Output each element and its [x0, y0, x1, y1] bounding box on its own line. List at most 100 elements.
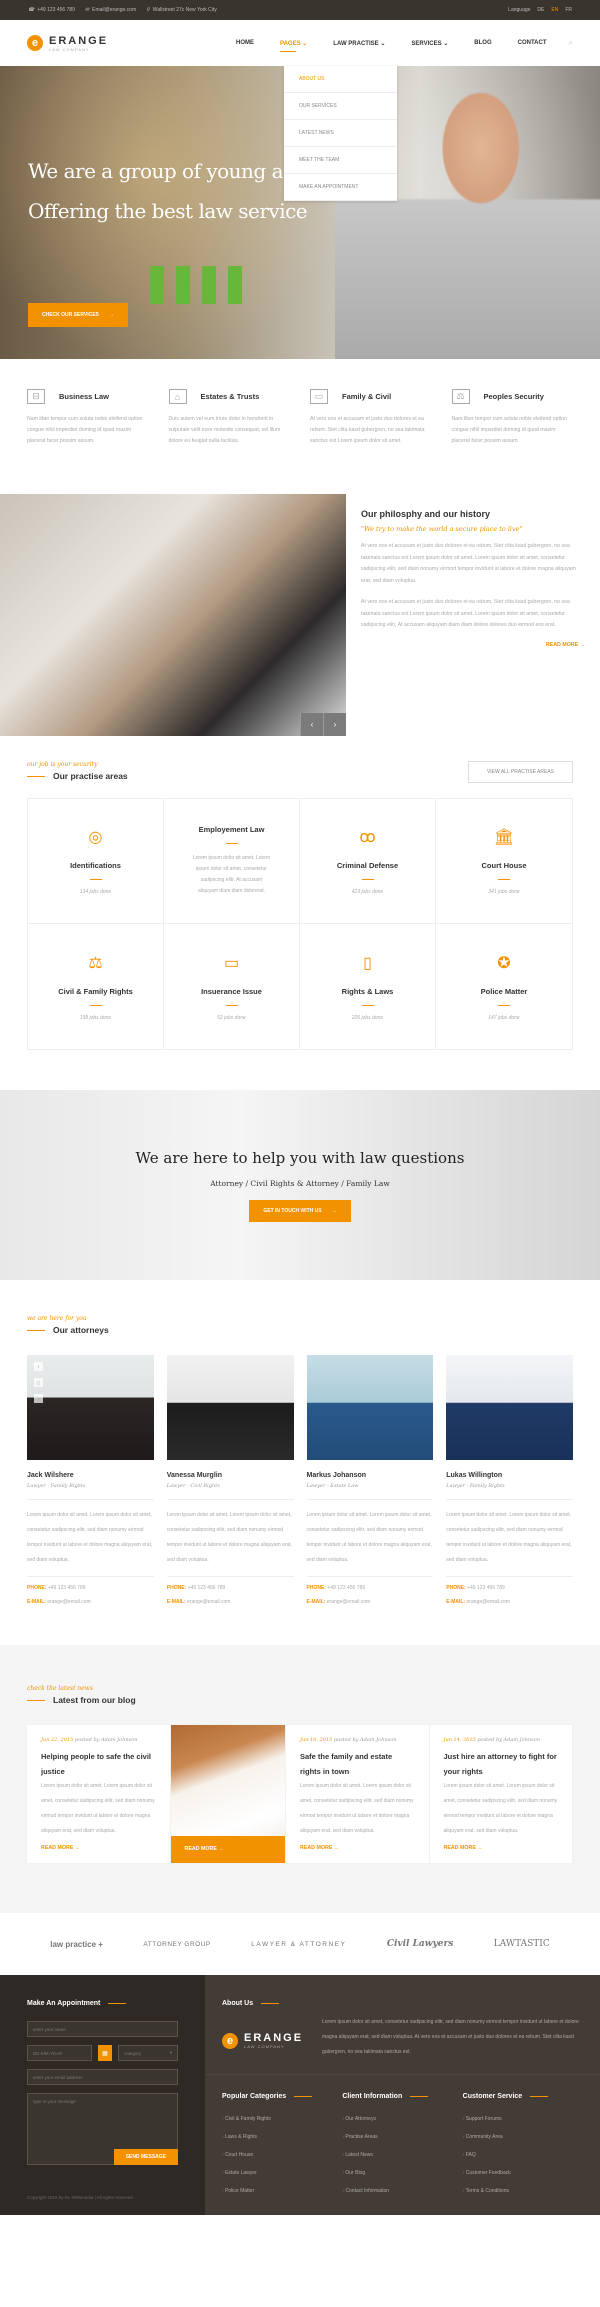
blog-post-image-card[interactable]: READ MORE → — [170, 1725, 286, 1863]
logo-icon: e — [222, 2032, 238, 2049]
footer-link[interactable]: Our Blog — [342, 2164, 462, 2182]
attorney-email-link[interactable]: erange@email.com — [187, 1599, 230, 1605]
section-kicker: check the latest news — [27, 1685, 93, 1692]
footer-link[interactable]: Contact Information — [342, 2182, 462, 2200]
courthouse-icon: 🏛 — [493, 829, 515, 846]
email-input[interactable]: enter your email address — [27, 2069, 178, 2085]
nav-home[interactable]: HOME — [236, 40, 254, 46]
get-in-touch-button[interactable]: GET IN TOUCH WITH US → — [249, 1199, 351, 1222]
feature-estates-trusts: ⌂ Estates & Trusts Duis autem vel eum iri… — [168, 389, 291, 494]
footer-link[interactable]: Laws & Rights — [222, 2128, 342, 2146]
top-bar: ☎ +49 123 456 789 ✉ Email@erange.com ⚲ Wall… — [0, 0, 600, 20]
footer-link[interactable]: Civil & Family Rights — [222, 2110, 342, 2128]
footer-link[interactable]: Estate Lawyer — [222, 2164, 342, 2182]
read-more-button[interactable]: READ MORE → — [170, 1836, 285, 1863]
blog-post-title[interactable]: Helping people to safe the civil justice — [41, 1749, 156, 1779]
address-info: ⚲ Wallstreet 27c New York City — [146, 7, 217, 13]
features-row: ⊟ Business Law Nam liber tempor cum solut… — [0, 359, 600, 494]
blog-post-card: Jun 16, 2015 posted by Adam Johnson Safe… — [286, 1725, 430, 1863]
footer-logo[interactable]: e ERANGE LAW COMPANY — [222, 2021, 322, 2060]
pages-dropdown-menu: ABOUT US OUR SERVICES LATEST NEWS MEET T… — [284, 66, 397, 201]
language-fr[interactable]: FR — [565, 7, 572, 13]
copyright: Copyright 2015 by KL-Webmedia | All righ… — [27, 2195, 133, 2200]
handcuffs-icon: ꝏ — [359, 829, 376, 846]
attorney-photo[interactable]: f ◻ t — [27, 1355, 154, 1460]
footer-link[interactable]: Latest News — [342, 2146, 462, 2164]
attorney-card: f ◻ t Jack Wilshere Lawyer - Family Rights… — [27, 1355, 154, 1605]
language-en[interactable]: EN — [551, 7, 558, 13]
read-more-link[interactable]: READ MORE → — [300, 1845, 415, 1851]
nav-blog[interactable]: BLOG — [474, 40, 491, 46]
menu-item-make-appointment[interactable]: MAKE AN APPOINTMENT — [284, 174, 397, 201]
view-all-practise-areas-button[interactable]: VIEW ALL PRACTISE AREAS — [467, 761, 573, 783]
practice-area-card[interactable]: ✪ Police Matter 147 jobs done — [436, 924, 572, 1049]
nav-pages[interactable]: PAGES ⌄ — [280, 40, 308, 52]
twitter-icon[interactable]: t — [34, 1394, 43, 1403]
practice-area-card[interactable]: ꝏ Criminal Defense 423 jobs done — [300, 799, 436, 924]
practice-area-card[interactable]: ⚖ Civil & Family Rights 198 jobs done — [28, 924, 164, 1049]
message-textarea[interactable]: type in your message SEND MESSAGE — [27, 2093, 178, 2165]
check-services-button[interactable]: CHECK OUR SERVICES → — [28, 303, 128, 327]
attorney-email-link[interactable]: erange@email.com — [327, 1599, 370, 1605]
date-input[interactable]: DD-MM-YEAR — [27, 2045, 92, 2061]
prev-slide-icon[interactable]: ‹ — [300, 713, 323, 736]
footer-link[interactable]: Terms & Conditions — [463, 2182, 583, 2200]
phone-icon: ☎ — [28, 7, 35, 13]
footer-link[interactable]: Community Area — [463, 2128, 583, 2146]
phone-info: ☎ +49 123 456 789 — [28, 7, 75, 13]
send-message-button[interactable]: SEND MESSAGE — [113, 2149, 178, 2165]
practice-area-card[interactable]: Employement Law Lorem ipsum dolor sit ame… — [164, 799, 300, 924]
footer-link[interactable]: Court House — [222, 2146, 342, 2164]
attorney-photo[interactable] — [166, 1355, 294, 1460]
chevron-down-icon: ⌄ — [302, 40, 308, 47]
footer-link[interactable]: FAQ — [463, 2146, 583, 2164]
blog-post-title[interactable]: Just hire an attorney to fight for your … — [444, 1749, 559, 1779]
email-info[interactable]: ✉ Email@erange.com — [85, 7, 136, 13]
footer-link[interactable]: Police Matter — [222, 2182, 342, 2200]
footer-link[interactable]: Our Attorneys — [342, 2110, 462, 2128]
nav-services[interactable]: SERVICES ⌄ — [411, 40, 448, 47]
team-photo: ‹ › — [0, 494, 346, 736]
menu-item-meet-the-team[interactable]: MEET THE TEAM — [284, 147, 397, 174]
read-more-link[interactable]: READ MORE → — [444, 1845, 559, 1851]
arrow-right-icon: → — [579, 641, 585, 648]
appointment-form: Make An Appointment enter your name DD-M… — [0, 1975, 205, 2215]
cta-banner: We are here to help you with law questio… — [0, 1090, 600, 1280]
site-footer: Make An Appointment enter your name DD-M… — [0, 1975, 600, 2215]
site-header: e ERANGE LAW COMPANY HOME PAGES ⌄ LAW PR… — [0, 20, 600, 201]
chevron-down-icon: ▾ — [169, 2050, 172, 2055]
blog-post-title[interactable]: Safe the family and estate rights in tow… — [300, 1749, 415, 1779]
category-select[interactable]: category ▾ — [118, 2045, 178, 2061]
footer-link[interactable]: Practise Areas — [342, 2128, 462, 2146]
practice-area-card[interactable]: ▯ Rights & Laws 226 jobs done — [300, 924, 436, 1049]
practice-area-card[interactable]: ◎ Identifications 134 jobs done — [28, 799, 164, 924]
attorney-email-link[interactable]: erange@email.com — [47, 1599, 90, 1605]
facebook-icon[interactable]: f — [34, 1362, 43, 1371]
menu-item-our-services[interactable]: OUR SERVICES — [284, 93, 397, 120]
section-kicker: we are here for you — [27, 1315, 87, 1322]
blog-post-card: Jun 22, 2015 posted by Adam Johnson Help… — [27, 1725, 171, 1863]
name-input[interactable]: enter your name — [27, 2021, 178, 2037]
search-icon[interactable]: ⌕ — [569, 38, 573, 48]
language-de[interactable]: DE — [537, 7, 544, 13]
menu-item-about-us[interactable]: ABOUT US — [284, 66, 397, 93]
footer-link[interactable]: Support Forums — [463, 2110, 583, 2128]
read-more-link[interactable]: READ MORE → — [361, 642, 585, 648]
read-more-link[interactable]: READ MORE → — [41, 1845, 156, 1851]
logo[interactable]: e ERANGE LAW COMPANY — [27, 35, 108, 52]
footer-link[interactable]: Customer Feedback — [463, 2164, 583, 2182]
nav-law-practise[interactable]: LAW PRACTISE ⌄ — [333, 40, 385, 47]
calendar-icon[interactable]: ▦ — [98, 2045, 112, 2061]
brand-tagline: LAW COMPANY — [49, 46, 90, 52]
attorney-email-link[interactable]: erange@email.com — [467, 1599, 510, 1605]
attorney-photo[interactable] — [446, 1355, 573, 1460]
practice-area-card[interactable]: 🏛 Court House 341 jobs done — [436, 799, 572, 924]
next-slide-icon[interactable]: › — [323, 713, 346, 736]
attorney-photo[interactable] — [306, 1355, 434, 1460]
arrow-right-icon: → — [331, 1207, 337, 1214]
attorneys-section: we are here for you Our attorneys f ◻ t Ja… — [0, 1280, 600, 1645]
menu-item-latest-news[interactable]: LATEST NEWS — [284, 120, 397, 147]
nav-contact[interactable]: CONTACT — [518, 40, 547, 46]
instagram-icon[interactable]: ◻ — [34, 1378, 43, 1387]
practice-area-card[interactable]: ▭ Insuerance Issue 52 jobs done — [164, 924, 300, 1049]
